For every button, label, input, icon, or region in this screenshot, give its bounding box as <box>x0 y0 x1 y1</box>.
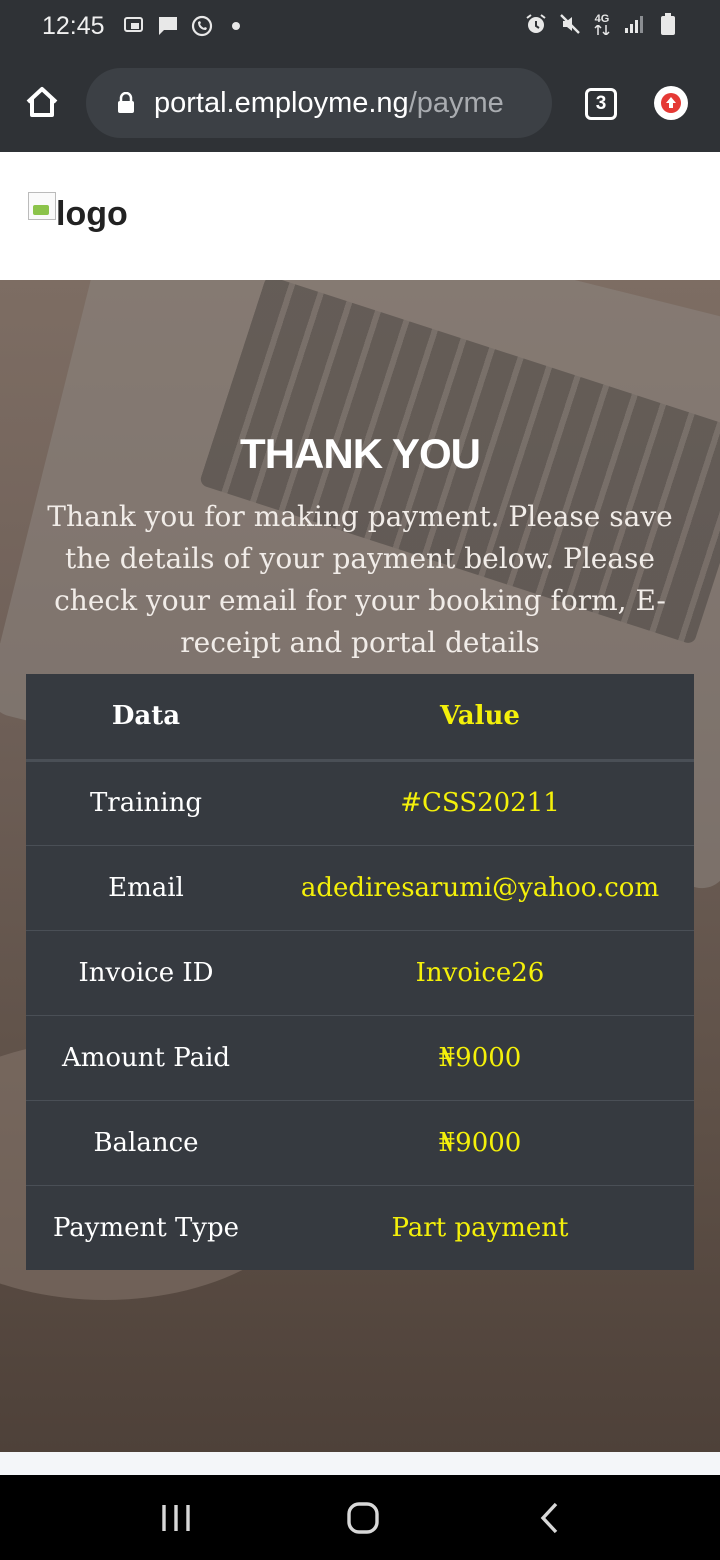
hero-section: THANK YOU Thank you for making payment. … <box>0 280 720 1452</box>
row-value: Part payment <box>266 1184 694 1270</box>
status-bar: 12:45 4G <box>0 0 720 56</box>
network-4g-icon: 4G <box>592 12 612 36</box>
message-icon <box>156 14 180 38</box>
battery-icon <box>656 12 680 36</box>
thank-you-message: Thank you for making payment. Please sav… <box>47 500 673 659</box>
network-label: 4G <box>594 12 610 25</box>
payment-details-table: Data Value Training #CSS20211 Email aded… <box>26 674 694 1270</box>
back-icon[interactable] <box>530 1501 570 1535</box>
url-path: /payme <box>408 86 504 119</box>
column-header-value: Value <box>266 674 694 762</box>
cast-icon <box>122 14 146 38</box>
row-label: Training <box>26 759 266 845</box>
home-icon[interactable] <box>22 82 62 122</box>
logo[interactable]: logo <box>28 192 128 236</box>
recent-apps-icon[interactable] <box>157 1501 197 1535</box>
row-value: ₦9000 <box>266 1099 694 1185</box>
dot-icon <box>224 14 248 38</box>
update-icon[interactable] <box>654 86 688 120</box>
table-row: Email adediresarumi@yahoo.com <box>26 844 694 930</box>
row-label: Balance <box>26 1099 266 1185</box>
footer-strip <box>0 1452 720 1475</box>
lock-icon <box>116 91 136 114</box>
whatsapp-icon <box>190 14 214 38</box>
table-row: Payment Type Part payment <box>26 1184 694 1270</box>
row-value: adediresarumi@yahoo.com <box>266 844 694 930</box>
page-title: THANK YOU <box>240 430 481 477</box>
notification-icons <box>122 14 248 38</box>
browser-toolbar: portal.employme.ng/payme 3 <box>0 56 720 152</box>
broken-image-icon <box>28 192 56 220</box>
system-icons: 4G <box>524 12 680 36</box>
row-value: Invoice26 <box>266 929 694 1015</box>
row-value: #CSS20211 <box>266 759 694 845</box>
table-row: Invoice ID Invoice26 <box>26 929 694 1015</box>
web-page: logo THANK YOU Thank you for making paym… <box>0 152 720 1475</box>
url-host: portal.employme.ng <box>154 86 409 119</box>
row-label: Invoice ID <box>26 929 266 1015</box>
alarm-icon <box>524 12 548 36</box>
signal-icon <box>622 12 646 36</box>
home-button-icon[interactable] <box>343 1501 383 1535</box>
tab-switcher-button[interactable]: 3 <box>585 88 617 120</box>
mute-icon <box>558 12 582 36</box>
row-label: Amount Paid <box>26 1014 266 1100</box>
url-text: portal.employme.ng/payme <box>154 87 504 120</box>
table-row: Amount Paid ₦9000 <box>26 1014 694 1100</box>
table-header-row: Data Value <box>26 674 694 762</box>
logo-alt-text: logo <box>56 195 128 233</box>
row-label: Payment Type <box>26 1184 266 1270</box>
table-row: Balance ₦9000 <box>26 1099 694 1185</box>
row-value: ₦9000 <box>266 1014 694 1100</box>
table-row: Training #CSS20211 <box>26 759 694 845</box>
system-nav-bar <box>0 1475 720 1560</box>
column-header-data: Data <box>26 674 266 762</box>
address-bar[interactable]: portal.employme.ng/payme <box>86 68 552 138</box>
site-header: logo <box>0 152 720 280</box>
status-time: 12:45 <box>42 12 105 40</box>
row-label: Email <box>26 844 266 930</box>
